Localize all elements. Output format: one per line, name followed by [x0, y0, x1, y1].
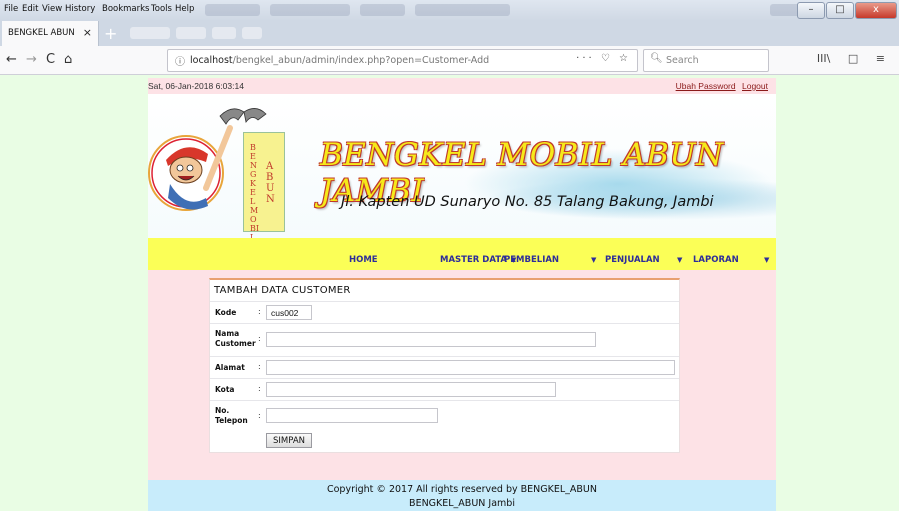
maximize-button[interactable]: □ — [826, 2, 854, 19]
reload-icon[interactable]: C — [46, 52, 55, 67]
account-links: Ubah Password Logout — [672, 81, 768, 91]
field-label-alamat: Alamat — [215, 363, 245, 372]
address-bar[interactable]: ⓘ localhost/bengkel_abun/admin/index.php… — [167, 49, 638, 72]
kode-input[interactable] — [266, 305, 312, 320]
menu-view[interactable]: View — [42, 4, 62, 14]
form-row-no-telepon: No. Telepon : — [210, 400, 679, 431]
toolbar-icons: III\ □ ≡ — [817, 52, 899, 65]
footer-location-text: BENGKEL_ABUN Jambi — [409, 498, 515, 509]
field-colon: : — [258, 307, 261, 316]
window-controls: – □ x — [797, 2, 897, 19]
form-title: TAMBAH DATA CUSTOMER — [214, 285, 351, 296]
menu-penjualan[interactable]: PENJUALAN — [605, 255, 660, 265]
site-address: Jl. Kapten UD Sunaryo No. 85 Talang Baku… — [341, 194, 714, 210]
library-icon[interactable]: III\ — [817, 52, 830, 65]
form-row-alamat: Alamat : — [210, 356, 679, 378]
site-banner: BENGKEL MOBIL ABUN BENGKEL MOBIL ABUN JA… — [148, 94, 776, 238]
minimize-button[interactable]: – — [797, 2, 825, 19]
field-label-kota: Kota — [215, 385, 235, 394]
menu-bookmarks[interactable]: Bookmarks — [102, 4, 150, 14]
main-menu: HOME MASTER DATA ▼ PEMBELIAN ▼ PENJUALAN … — [148, 238, 776, 270]
field-label-kode: Kode — [215, 308, 237, 317]
menu-file[interactable]: File — [4, 4, 18, 14]
menu-edit[interactable]: Edit — [22, 4, 38, 14]
no-telepon-input[interactable] — [266, 408, 438, 423]
kota-input[interactable] — [266, 382, 556, 397]
sign-text-abun: ABUN — [266, 161, 275, 205]
field-label-nama-customer: Nama Customer — [215, 329, 256, 348]
form-row-nama-customer: Nama Customer : — [210, 323, 679, 356]
blurred-tab — [130, 27, 170, 39]
pembelian-dropdown-caret[interactable]: ▼ — [591, 255, 596, 265]
penjualan-dropdown-caret[interactable]: ▼ — [677, 255, 682, 265]
field-colon: : — [258, 411, 261, 420]
close-tab-icon[interactable]: × — [83, 26, 92, 39]
page-content: Sat, 06-Jan-2018 6:03:14 Ubah Password L… — [148, 78, 776, 511]
sign-text-bengkel-mobil: BENGKEL MOBIL — [250, 143, 260, 238]
change-password-link[interactable]: Ubah Password — [676, 81, 736, 91]
page-actions-icons[interactable]: ··· ♡ ☆ — [576, 53, 631, 64]
blurred-taskbar-item — [415, 4, 510, 16]
menu-tools[interactable]: Tools — [151, 4, 172, 14]
logout-link[interactable]: Logout — [742, 81, 768, 91]
blurred-taskbar-item — [270, 4, 350, 16]
url-text: localhost/bengkel_abun/admin/index.php?o… — [190, 55, 490, 66]
chevron-down-icon: ▼ — [677, 256, 683, 264]
tab-bengkel-abun[interactable]: BENGKEL ABUN × — [2, 21, 99, 46]
sidebar-icon[interactable]: □ — [848, 52, 858, 65]
search-icon: 🔍︎ — [650, 53, 663, 64]
laporan-dropdown-caret[interactable]: ▼ — [764, 255, 769, 265]
form-row-kode: Kode : — [210, 301, 679, 323]
field-label-no-telepon: No. Telepon — [215, 406, 248, 425]
browser-menu-bar: File Edit View History Bookmarks Tools H… — [0, 0, 899, 21]
menu-help[interactable]: Help — [175, 4, 194, 14]
chevron-down-icon: ▼ — [764, 256, 770, 264]
simpan-button[interactable]: SIMPAN — [266, 433, 312, 448]
search-placeholder: Search — [666, 55, 699, 66]
blurred-tab — [176, 27, 206, 39]
forward-arrow-icon[interactable]: → — [26, 52, 37, 67]
field-colon: : — [258, 384, 261, 393]
home-icon[interactable]: ⌂ — [64, 52, 72, 67]
navigation-toolbar: ← → C ⌂ ⓘ localhost/bengkel_abun/admin/i… — [0, 46, 899, 75]
menu-home[interactable]: HOME — [349, 255, 378, 265]
field-colon: : — [258, 362, 261, 371]
back-arrow-icon[interactable]: ← — [6, 52, 17, 67]
copyright-text: Copyright © 2017 All rights reserved by … — [326, 484, 597, 495]
new-tab-icon[interactable]: + — [104, 24, 117, 43]
form-row-kota: Kota : — [210, 378, 679, 400]
tab-title: BENGKEL ABUN — [8, 28, 75, 38]
menu-history[interactable]: History — [65, 4, 95, 14]
field-colon: : — [258, 334, 261, 343]
blurred-tab — [242, 27, 262, 39]
page-footer: Copyright © 2017 All rights reserved by … — [148, 480, 776, 511]
search-box[interactable]: 🔍︎ Search — [643, 49, 769, 72]
menu-pembelian[interactable]: PEMBELIAN — [504, 255, 559, 265]
close-window-button[interactable]: x — [855, 2, 897, 19]
info-icon[interactable]: ⓘ — [175, 53, 185, 68]
blurred-tab — [212, 27, 236, 39]
tab-bar: BENGKEL ABUN × + — [0, 21, 899, 46]
nama-customer-input[interactable] — [266, 332, 596, 347]
current-datetime: Sat, 06-Jan-2018 6:03:14 — [148, 81, 244, 91]
blurred-taskbar-item — [360, 4, 405, 16]
abun-sign-logo: BENGKEL MOBIL ABUN — [243, 132, 285, 238]
alamat-input[interactable] — [266, 360, 675, 375]
chevron-down-icon: ▼ — [591, 256, 597, 264]
add-customer-form: TAMBAH DATA CUSTOMER Kode : Nama Custome… — [209, 278, 680, 453]
hamburger-menu-icon[interactable]: ≡ — [876, 52, 885, 65]
blurred-taskbar-item — [205, 4, 260, 16]
menu-laporan[interactable]: LAPORAN — [693, 255, 739, 265]
